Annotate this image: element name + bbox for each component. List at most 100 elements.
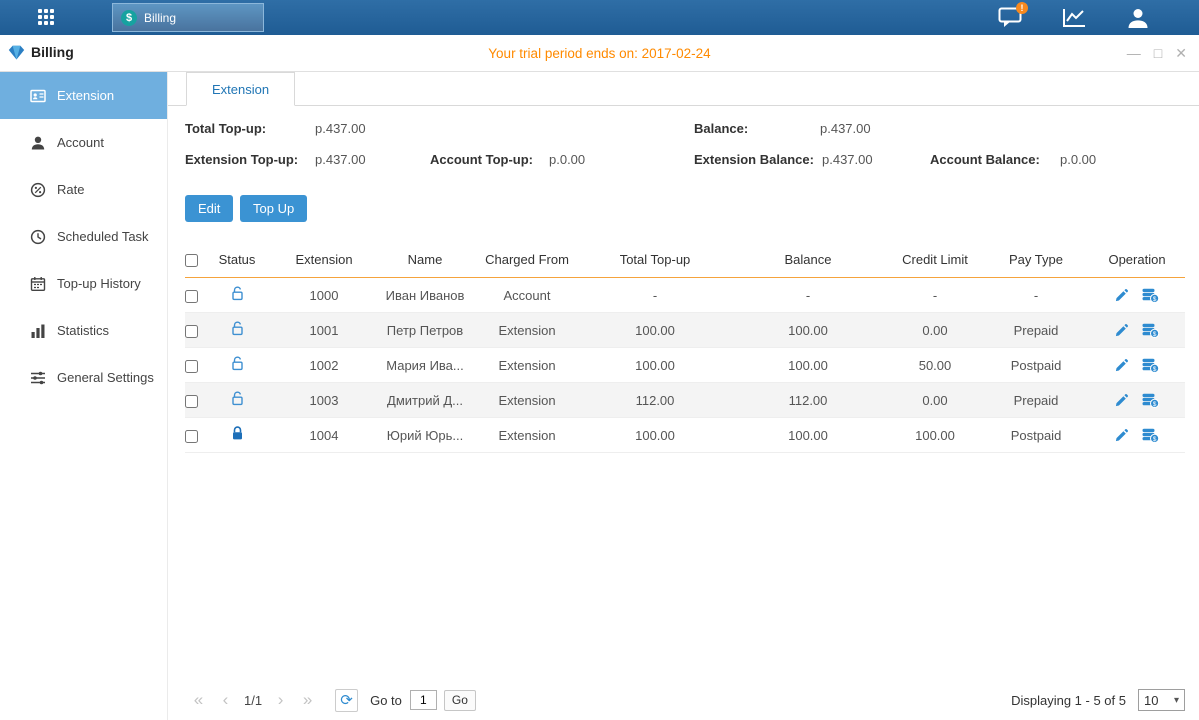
row-checkbox[interactable] (185, 430, 198, 443)
goto-page-input[interactable] (410, 690, 437, 710)
extensions-table: Status Extension Name Charged From Total… (185, 242, 1185, 453)
row-checkbox[interactable] (185, 395, 198, 408)
cell-total-topup: 100.00 (587, 358, 723, 373)
edit-row-icon[interactable] (1115, 428, 1129, 442)
svg-text:$: $ (1153, 296, 1157, 303)
topup-row-icon[interactable]: $ (1142, 358, 1159, 373)
cell-extension: 1001 (265, 323, 383, 338)
edit-row-icon[interactable] (1115, 358, 1129, 372)
svg-text:$: $ (1153, 366, 1157, 373)
topup-row-icon[interactable]: $ (1142, 428, 1159, 443)
sidebar-item-label: General Settings (57, 370, 154, 385)
row-checkbox[interactable] (185, 360, 198, 373)
table-row[interactable]: 1004 Юрий Юрь... Extension 100.00 100.00… (185, 418, 1185, 453)
cell-total-topup: - (587, 288, 723, 303)
row-checkbox[interactable] (185, 325, 198, 338)
cell-credit-limit: 0.00 (893, 323, 977, 338)
page-size-select[interactable]: 10 ▾ (1138, 689, 1185, 711)
edit-row-icon[interactable] (1115, 393, 1129, 407)
edit-row-icon[interactable] (1115, 288, 1129, 302)
go-button[interactable]: Go (444, 690, 476, 711)
table-row[interactable]: 1000 Иван Иванов Account - - - - $ (185, 278, 1185, 313)
table-row[interactable]: 1002 Мария Ива... Extension 100.00 100.0… (185, 348, 1185, 383)
svg-text:$: $ (1153, 331, 1157, 338)
col-operation: Operation (1095, 252, 1179, 267)
cell-pay-type: Postpaid (977, 358, 1095, 373)
col-status: Status (209, 252, 265, 267)
sidebar-item-label: Top-up History (57, 276, 141, 291)
topup-row-icon[interactable]: $ (1142, 288, 1159, 303)
status-unlocked-icon (209, 356, 265, 374)
table-row[interactable]: 1003 Дмитрий Д... Extension 112.00 112.0… (185, 383, 1185, 418)
billing-coin-icon: $ (121, 10, 137, 26)
sidebar-item-extension[interactable]: Extension (0, 72, 167, 119)
cell-balance: 100.00 (723, 323, 893, 338)
pagination-bar: « ‹ 1/1 › » ⟳ Go to Go Displaying 1 - 5 … (185, 686, 1185, 714)
extension-topup-label: Extension Top-up: (185, 152, 298, 167)
minimize-button[interactable]: — (1127, 45, 1141, 61)
sidebar-item-label: Statistics (57, 323, 109, 338)
sidebar-item-scheduled-task[interactable]: Scheduled Task (0, 213, 167, 260)
sidebar-item-label: Scheduled Task (57, 229, 149, 244)
page-size-value: 10 (1144, 693, 1158, 708)
app-launcher-icon[interactable] (38, 9, 54, 25)
trial-notice: Your trial period ends on: 2017-02-24 (0, 46, 1199, 61)
next-page-button[interactable]: › (267, 690, 294, 710)
account-balance-value: p.0.00 (1060, 152, 1096, 167)
sidebar-item-rate[interactable]: Rate (0, 166, 167, 213)
close-button[interactable]: ✕ (1175, 45, 1187, 61)
sidebar-item-account[interactable]: Account (0, 119, 167, 166)
col-name: Name (383, 252, 467, 267)
extension-balance-label: Extension Balance: (694, 152, 814, 167)
cell-balance: - (723, 288, 893, 303)
maximize-button[interactable]: □ (1154, 45, 1162, 61)
total-topup-value: p.437.00 (315, 121, 366, 136)
reports-chart-icon[interactable] (1061, 6, 1087, 30)
extension-icon (30, 88, 46, 104)
window-controls: — □ ✕ (1127, 45, 1187, 61)
rate-icon (30, 182, 46, 198)
sidebar-item-topup-history[interactable]: Top-up History (0, 260, 167, 307)
cell-total-topup: 112.00 (587, 393, 723, 408)
topbar-tab-billing[interactable]: $ Billing (112, 3, 264, 32)
edit-button[interactable]: Edit (185, 195, 233, 222)
tab-extension[interactable]: Extension (186, 72, 295, 106)
cell-pay-type: Postpaid (977, 428, 1095, 443)
main-content: Extension Total Top-up: p.437.00 Balance… (168, 72, 1199, 720)
total-topup-label: Total Top-up: (185, 121, 266, 136)
refresh-icon[interactable]: ⟳ (335, 689, 358, 712)
cell-credit-limit: 50.00 (893, 358, 977, 373)
sidebar: Extension Account Rate Scheduled Task To… (0, 72, 168, 720)
user-menu-icon[interactable] (1125, 6, 1151, 30)
cell-credit-limit: 0.00 (893, 393, 977, 408)
cell-name: Мария Ива... (383, 358, 467, 373)
cell-name: Юрий Юрь... (383, 428, 467, 443)
cell-name: Иван Иванов (383, 288, 467, 303)
edit-row-icon[interactable] (1115, 323, 1129, 337)
cell-credit-limit: - (893, 288, 977, 303)
account-topup-label: Account Top-up: (430, 152, 533, 167)
extension-topup-value: p.437.00 (315, 152, 366, 167)
cell-extension: 1003 (265, 393, 383, 408)
last-page-button[interactable]: » (294, 690, 321, 710)
sidebar-item-general-settings[interactable]: General Settings (0, 354, 167, 401)
table-row[interactable]: 1001 Петр Петров Extension 100.00 100.00… (185, 313, 1185, 348)
topup-row-icon[interactable]: $ (1142, 393, 1159, 408)
first-page-button[interactable]: « (185, 690, 212, 710)
cell-charged-from: Extension (467, 323, 587, 338)
row-checkbox[interactable] (185, 290, 198, 303)
topbar-tab-label: Billing (144, 11, 176, 25)
cell-name: Дмитрий Д... (383, 393, 467, 408)
sidebar-item-statistics[interactable]: Statistics (0, 307, 167, 354)
prev-page-button[interactable]: ‹ (212, 690, 239, 710)
cell-charged-from: Account (467, 288, 587, 303)
account-balance-label: Account Balance: (930, 152, 1040, 167)
select-all-checkbox[interactable] (185, 254, 198, 267)
topup-row-icon[interactable]: $ (1142, 323, 1159, 338)
goto-label: Go to (370, 693, 402, 708)
cell-extension: 1000 (265, 288, 383, 303)
cell-pay-type: Prepaid (977, 323, 1095, 338)
notifications-icon[interactable]: ! (997, 6, 1023, 30)
top-up-button[interactable]: Top Up (240, 195, 307, 222)
cell-name: Петр Петров (383, 323, 467, 338)
